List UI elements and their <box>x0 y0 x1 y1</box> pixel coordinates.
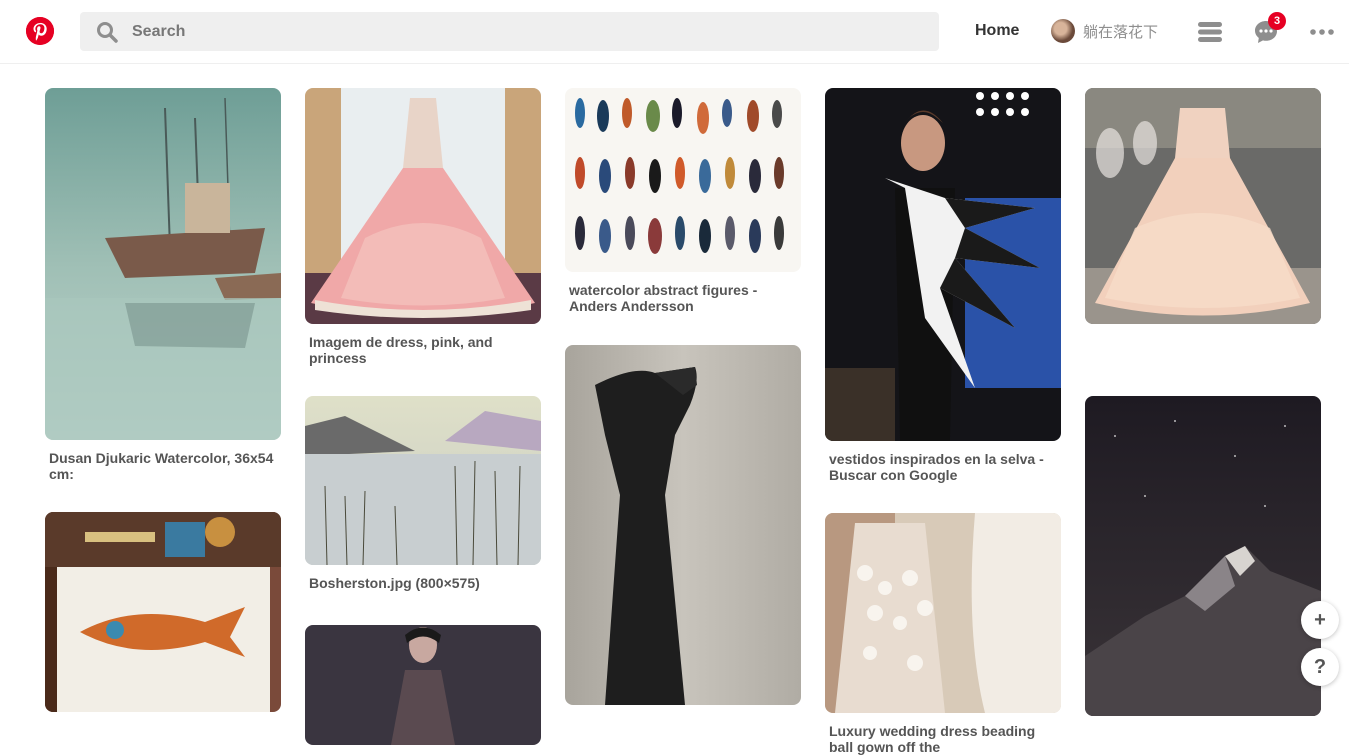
pin-image[interactable] <box>45 88 281 440</box>
pin-image[interactable] <box>825 88 1061 441</box>
pin-card[interactable] <box>45 512 281 722</box>
more-options-icon[interactable] <box>1310 29 1334 35</box>
pin-image[interactable] <box>305 396 541 565</box>
help-button[interactable]: ? <box>1301 648 1339 686</box>
search-icon <box>97 21 118 43</box>
pin-card[interactable] <box>1085 88 1321 334</box>
home-link[interactable]: Home <box>975 22 1019 40</box>
pin-caption: watercolor abstract figures - Anders And… <box>569 282 758 314</box>
avatar <box>1051 19 1075 43</box>
pin-card[interactable]: watercolor abstract figures - Anders And… <box>565 88 801 314</box>
pin-image[interactable] <box>1085 88 1321 324</box>
pin-card[interactable]: Imagem de dress, pink, and princess <box>305 88 541 366</box>
pin-image[interactable] <box>45 512 281 712</box>
pin-caption: Dusan Djukaric Watercolor, 36x54 cm: <box>49 450 274 482</box>
pin-image[interactable] <box>1085 396 1321 716</box>
pin-image[interactable] <box>305 88 541 324</box>
search-bar[interactable] <box>80 12 939 51</box>
top-navigation-bar: Home 躺在落花下 3 <box>0 0 1349 64</box>
pin-caption: vestidos inspirados en la selva - Buscar… <box>829 451 1044 483</box>
pin-card[interactable]: Bosherston.jpg (800×575) <box>305 396 541 591</box>
pin-caption: Imagem de dress, pink, and princess <box>309 334 493 366</box>
pin-image[interactable] <box>565 345 801 705</box>
pin-image[interactable] <box>565 88 801 272</box>
pin-image[interactable] <box>305 625 541 745</box>
pin-card[interactable] <box>565 345 801 715</box>
search-input[interactable] <box>132 22 892 41</box>
add-pin-button[interactable]: + <box>1301 601 1339 639</box>
pin-caption: Bosherston.jpg (800×575) <box>309 575 480 591</box>
pin-image[interactable] <box>825 513 1061 713</box>
username: 躺在落花下 <box>1083 22 1159 41</box>
pin-card[interactable] <box>1085 396 1321 726</box>
menu-icon[interactable] <box>1198 21 1222 43</box>
pin-card[interactable]: vestidos inspirados en la selva - Buscar… <box>825 88 1061 483</box>
notification-badge: 3 <box>1268 12 1286 30</box>
pin-card[interactable] <box>305 625 541 755</box>
pin-card[interactable]: Luxury wedding dress beading ball gown o… <box>825 513 1061 755</box>
pin-card[interactable]: Dusan Djukaric Watercolor, 36x54 cm: <box>45 88 281 482</box>
pin-caption: Luxury wedding dress beading ball gown o… <box>829 723 1036 755</box>
user-profile-link[interactable]: 躺在落花下 <box>1051 19 1158 43</box>
pinterest-logo-icon[interactable] <box>26 17 54 45</box>
